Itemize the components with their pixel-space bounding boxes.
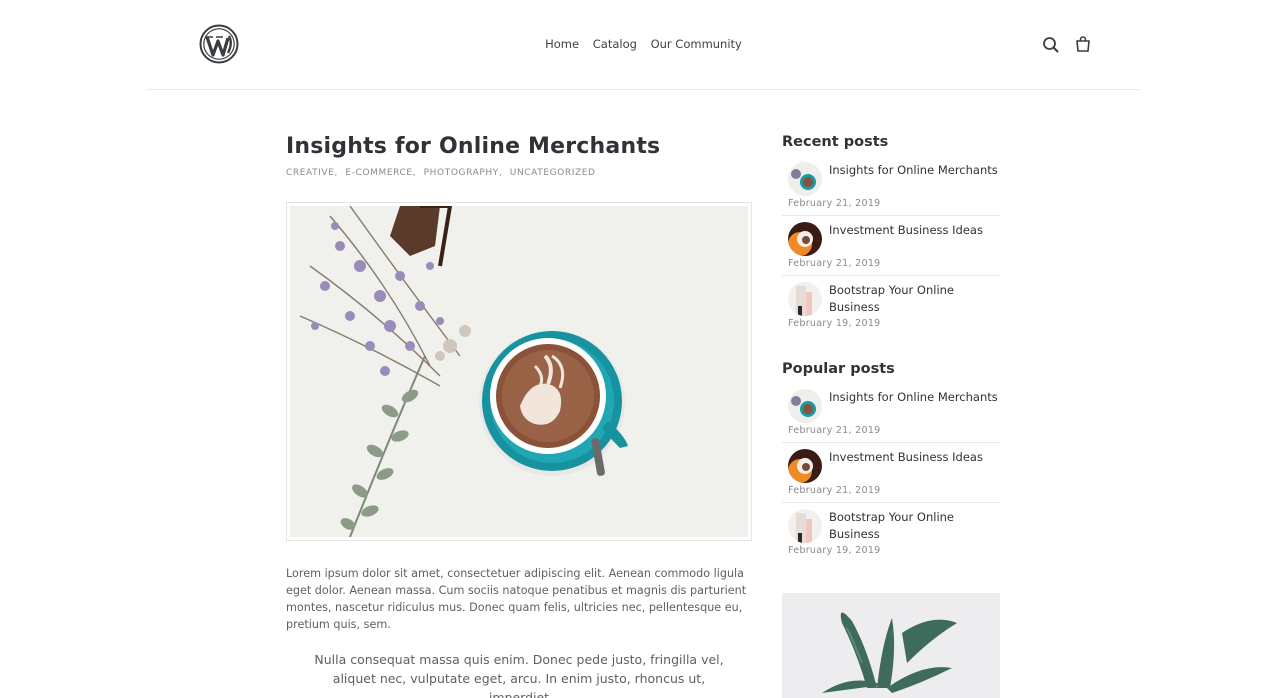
- recent-post-item[interactable]: Insights for Online Merchants February 2…: [782, 162, 1000, 216]
- post-thumbnail[interactable]: [788, 449, 822, 483]
- popular-posts-heading: Popular posts: [782, 361, 895, 377]
- post-link[interactable]: Insights for Online Merchants: [829, 389, 998, 406]
- site-header: Home Catalog Our Community: [147, 0, 1140, 90]
- recent-post-item[interactable]: Bootstrap Your Online Business February …: [782, 282, 1000, 335]
- post-link[interactable]: Investment Business Ideas: [829, 222, 983, 239]
- post-link[interactable]: Investment Business Ideas: [829, 449, 983, 466]
- post-thumbnail[interactable]: [788, 222, 822, 256]
- post-link[interactable]: Bootstrap Your Online Business: [829, 509, 1000, 543]
- cart-icon[interactable]: [1074, 35, 1092, 53]
- post-link[interactable]: Bootstrap Your Online Business: [829, 282, 1000, 316]
- post-date: February 21, 2019: [788, 198, 881, 209]
- post-thumbnail[interactable]: [788, 282, 822, 316]
- post-thumbnail[interactable]: [788, 509, 822, 543]
- post-date: February 21, 2019: [788, 485, 881, 496]
- search-icon[interactable]: [1042, 36, 1060, 54]
- sidebar: Recent posts Insights for Online Merchan…: [782, 130, 1000, 568]
- nav-home[interactable]: Home: [545, 37, 579, 51]
- post-thumbnail[interactable]: [788, 389, 822, 423]
- popular-posts-list: Insights for Online Merchants February 2…: [782, 389, 1000, 562]
- main-nav: Home Catalog Our Community: [147, 37, 1140, 51]
- article: Insights for Online Merchants CREATIVE, …: [286, 130, 752, 698]
- post-date: February 21, 2019: [788, 258, 881, 269]
- popular-post-item[interactable]: Investment Business Ideas February 21, 2…: [782, 449, 1000, 503]
- popular-post-item[interactable]: Bootstrap Your Online Business February …: [782, 509, 1000, 562]
- category-link[interactable]: PHOTOGRAPHY,: [424, 168, 503, 178]
- post-title: Insights for Online Merchants: [286, 134, 661, 159]
- post-date: February 21, 2019: [788, 425, 881, 436]
- post-quote: Nulla consequat massa quis enim. Donec p…: [314, 652, 724, 698]
- category-link[interactable]: UNCATEGORIZED: [510, 168, 596, 178]
- nav-catalog[interactable]: Catalog: [593, 37, 637, 51]
- recent-post-item[interactable]: Investment Business Ideas February 21, 2…: [782, 222, 1000, 276]
- post-body: Lorem ipsum dolor sit amet, consectetuer…: [286, 567, 747, 631]
- coffee-flowers-illustration: [290, 206, 748, 537]
- sidebar-promo-image[interactable]: [782, 593, 1000, 698]
- post-link[interactable]: Insights for Online Merchants: [829, 162, 998, 179]
- category-link[interactable]: CREATIVE,: [286, 168, 338, 178]
- post-date: February 19, 2019: [788, 318, 881, 329]
- featured-image: [286, 202, 752, 541]
- recent-posts-list: Insights for Online Merchants February 2…: [782, 162, 1000, 335]
- nav-our-community[interactable]: Our Community: [651, 37, 742, 51]
- recent-posts-heading: Recent posts: [782, 134, 889, 150]
- popular-post-item[interactable]: Insights for Online Merchants February 2…: [782, 389, 1000, 443]
- post-categories: CREATIVE, E-COMMERCE, PHOTOGRAPHY, UNCAT…: [286, 168, 752, 178]
- post-date: February 19, 2019: [788, 545, 881, 556]
- post-thumbnail[interactable]: [788, 162, 822, 196]
- category-link[interactable]: E-COMMERCE,: [345, 168, 416, 178]
